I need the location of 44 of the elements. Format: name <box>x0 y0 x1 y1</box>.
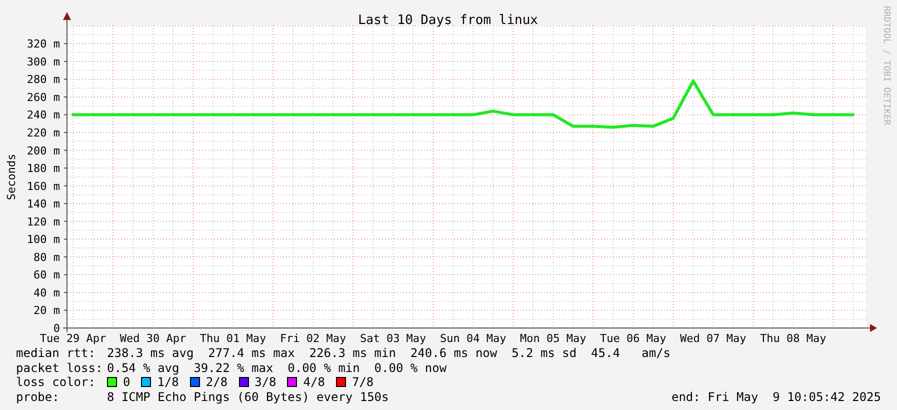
legend-value: 0.54 % avg 39.22 % max 0.00 % min 0.00 % now <box>107 360 447 375</box>
tick-label: Thu 08 May <box>760 332 826 345</box>
tick-label: 140 m <box>26 198 60 211</box>
tick-label: Mon 05 May <box>520 332 586 345</box>
legend-label: probe: <box>16 390 60 404</box>
legend-label: 1/8 <box>157 375 179 390</box>
tick-label: 260 m <box>26 90 60 104</box>
tick-label: Tue 06 May <box>600 332 666 345</box>
tick-label: 240 m <box>26 108 60 122</box>
tick-label: Fri 02 May <box>280 332 346 345</box>
legend-label: 3/8 <box>254 375 276 390</box>
tick-label: 200 m <box>26 144 60 158</box>
tick-label: 0 <box>53 322 60 335</box>
legend-label: 4/8 <box>303 375 325 390</box>
tick-label: 100 m <box>26 233 60 246</box>
tick-label: Wed 30 Apr <box>120 332 186 345</box>
chart-title: Last 10 Days from linux <box>358 13 538 28</box>
tick-label: 300 m <box>26 55 60 68</box>
legend-value: 8 ICMP Echo Pings (60 Bytes) every 150s <box>107 390 389 404</box>
tick-label: Sun 04 May <box>440 332 506 345</box>
tick-label: Thu 01 May <box>200 332 266 345</box>
legend-label: loss color: <box>16 375 96 390</box>
tick-label: 180 m <box>26 162 60 176</box>
tick-label: Wed 07 May <box>680 332 746 345</box>
end-time: end: Fri May 9 10:05:42 2025 <box>671 390 881 404</box>
legend-label: packet loss: <box>16 360 104 375</box>
tick-label: Tue 29 Apr <box>40 332 106 345</box>
legend-label: median rtt: <box>16 346 96 360</box>
tick-label: 40 m <box>34 286 60 300</box>
credit-text: RRDTOOL / TOBI OETIKER <box>881 6 891 126</box>
legend-label: 7/8 <box>352 375 374 390</box>
tick-label: 160 m <box>26 180 60 193</box>
tick-label: 120 m <box>26 215 60 228</box>
tick-label: 220 m <box>26 126 60 140</box>
legend-label: 0 <box>123 375 130 390</box>
tick-label: Sat 03 May <box>360 332 426 345</box>
legend-label: 2/8 <box>206 375 228 390</box>
legend-value: 238.3 ms avg 277.4 ms max 226.3 ms min 240.6 ms now 5.2 ms sd 45.4 am/s <box>107 346 671 360</box>
tick-label: 320 m <box>26 38 60 51</box>
axis-label: Seconds <box>5 154 18 200</box>
tick-label: 80 m <box>34 250 60 264</box>
tick-label: 280 m <box>26 73 60 86</box>
tick-label: 20 m <box>34 304 60 318</box>
tick-label: 60 m <box>34 268 60 282</box>
